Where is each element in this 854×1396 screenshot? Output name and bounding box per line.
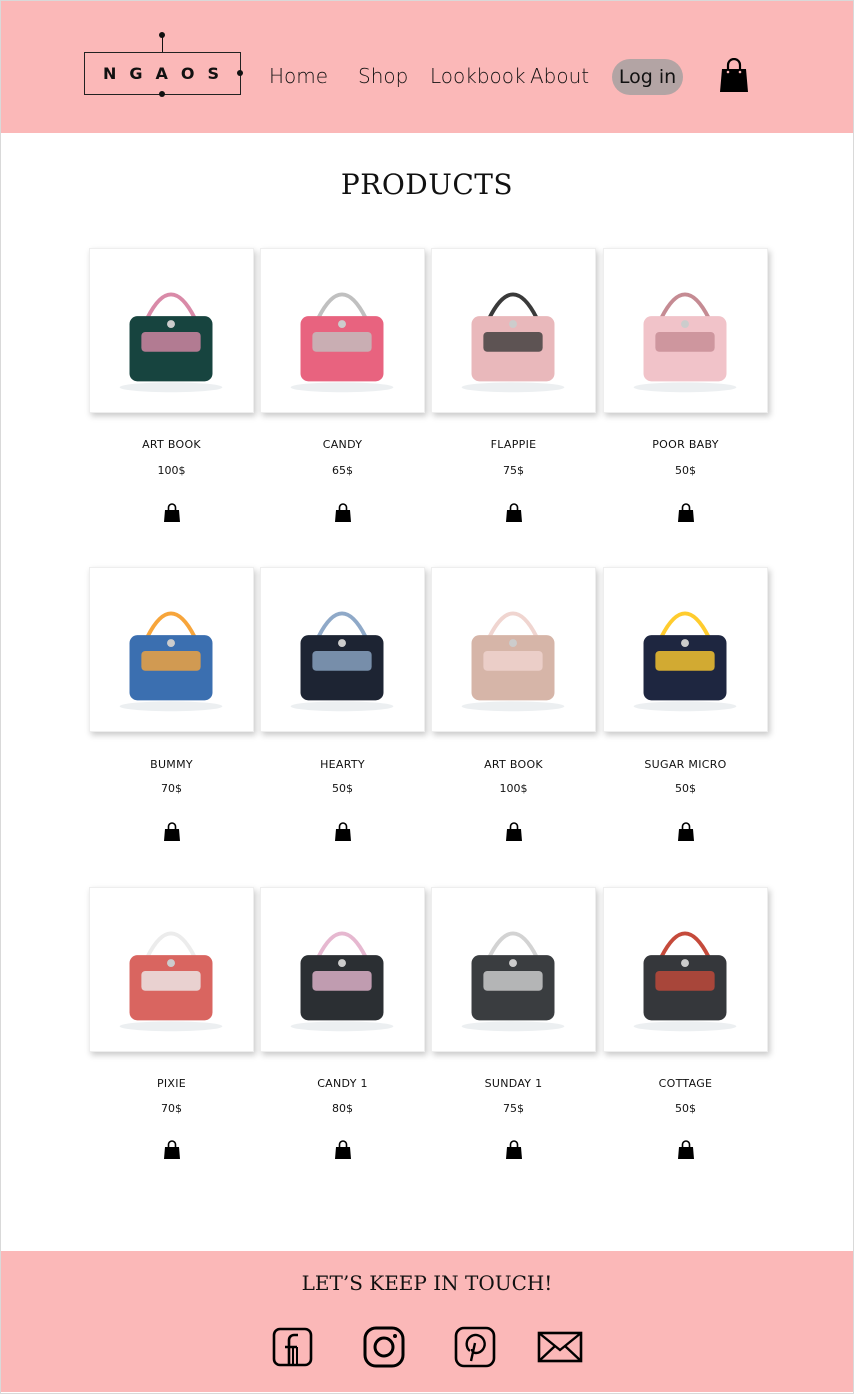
product-image <box>290 292 394 393</box>
login-button[interactable]: Log in <box>612 59 683 95</box>
logo-dot <box>159 91 165 97</box>
product-card[interactable] <box>260 567 425 732</box>
product-name[interactable]: FLAPPIE <box>431 438 596 451</box>
product-card[interactable] <box>431 887 596 1052</box>
product-card[interactable] <box>89 567 254 732</box>
product-image <box>461 931 565 1032</box>
product-price: 70$ <box>161 782 182 795</box>
add-to-cart-icon[interactable] <box>334 822 352 842</box>
footer-title: LET’S KEEP IN TOUCH! <box>301 1271 553 1295</box>
product-price: 50$ <box>675 1102 696 1115</box>
add-to-cart-icon[interactable] <box>505 503 523 523</box>
product-name[interactable]: BUMMY <box>89 758 254 771</box>
product-image <box>119 292 223 393</box>
add-to-cart-icon[interactable] <box>505 822 523 842</box>
product-price: 100$ <box>157 464 186 477</box>
product-price: 100$ <box>499 782 528 795</box>
product-card[interactable] <box>260 887 425 1052</box>
nav-lookbook[interactable]: Lookbook <box>430 64 526 88</box>
add-to-cart-icon[interactable] <box>163 1140 181 1160</box>
product-name[interactable]: ART BOOK <box>89 438 254 451</box>
logo-dot <box>237 70 243 76</box>
product-price: 70$ <box>161 1102 182 1115</box>
product-name[interactable]: HEARTY <box>260 758 425 771</box>
product-card[interactable] <box>260 248 425 413</box>
product-name[interactable]: ART BOOK <box>431 758 596 771</box>
product-card[interactable] <box>431 567 596 732</box>
add-to-cart-icon[interactable] <box>677 1140 695 1160</box>
add-to-cart-icon[interactable] <box>677 503 695 523</box>
add-to-cart-icon[interactable] <box>334 503 352 523</box>
product-image <box>633 611 737 712</box>
product-name[interactable]: POOR BABY <box>603 438 768 451</box>
product-card[interactable] <box>431 248 596 413</box>
product-price: 50$ <box>675 782 696 795</box>
product-name[interactable]: COTTAGE <box>603 1077 768 1090</box>
add-to-cart-icon[interactable] <box>505 1140 523 1160</box>
logo-stem <box>162 36 163 52</box>
site-footer: LET’S KEEP IN TOUCH! <box>1 1251 853 1392</box>
product-image <box>290 611 394 712</box>
product-price: 65$ <box>332 464 353 477</box>
product-card[interactable] <box>89 887 254 1052</box>
product-price: 80$ <box>332 1102 353 1115</box>
shopping-bag-icon[interactable] <box>719 58 749 94</box>
add-to-cart-icon[interactable] <box>163 503 181 523</box>
product-image <box>633 292 737 393</box>
product-image <box>633 931 737 1032</box>
product-card[interactable] <box>603 887 768 1052</box>
logo-dot <box>159 32 165 38</box>
facebook-icon[interactable] <box>271 1325 315 1369</box>
product-price: 50$ <box>675 464 696 477</box>
nav-shop[interactable]: Shop <box>358 64 408 88</box>
product-image <box>119 931 223 1032</box>
product-image <box>461 611 565 712</box>
product-image <box>119 611 223 712</box>
add-to-cart-icon[interactable] <box>334 1140 352 1160</box>
add-to-cart-icon[interactable] <box>677 822 695 842</box>
product-name[interactable]: SUNDAY 1 <box>431 1077 596 1090</box>
product-card[interactable] <box>603 248 768 413</box>
product-name[interactable]: CANDY 1 <box>260 1077 425 1090</box>
pinterest-icon[interactable] <box>453 1325 497 1369</box>
product-price: 75$ <box>503 1102 524 1115</box>
product-card[interactable] <box>603 567 768 732</box>
nav-home[interactable]: Home <box>269 64 328 88</box>
product-name[interactable]: PIXIE <box>89 1077 254 1090</box>
product-price: 50$ <box>332 782 353 795</box>
add-to-cart-icon[interactable] <box>163 822 181 842</box>
product-image <box>461 292 565 393</box>
logo-text: NGAOS <box>102 64 233 83</box>
nav-about[interactable]: About <box>530 64 589 88</box>
product-name[interactable]: CANDY <box>260 438 425 451</box>
product-price: 75$ <box>503 464 524 477</box>
brand-logo[interactable]: NGAOS <box>84 52 241 95</box>
instagram-icon[interactable] <box>362 1325 406 1369</box>
product-name[interactable]: SUGAR MICRO <box>603 758 768 771</box>
mail-icon[interactable] <box>537 1325 583 1369</box>
product-image <box>290 931 394 1032</box>
product-card[interactable] <box>89 248 254 413</box>
page-title: PRODUCTS <box>340 168 514 201</box>
